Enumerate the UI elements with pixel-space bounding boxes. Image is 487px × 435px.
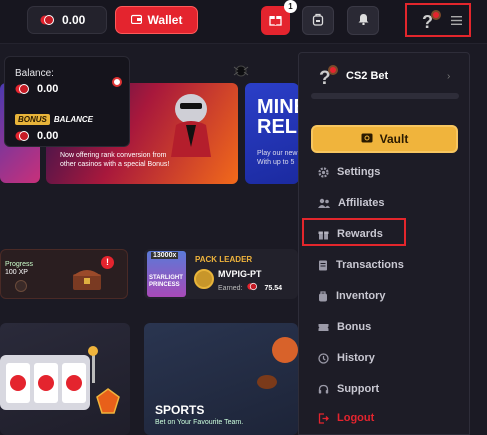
menu-item-bonus[interactable]: Bonus	[318, 317, 371, 337]
menu-item-transactions[interactable]: Transactions	[318, 255, 404, 275]
earned-value: 75.54	[264, 284, 283, 292]
level-progress-bar	[311, 93, 459, 99]
bell-icon	[358, 13, 369, 28]
gear-icon	[318, 166, 329, 178]
logout-icon	[318, 412, 329, 424]
progress-xp: 100 XP	[5, 269, 28, 276]
promo-character-image	[156, 87, 226, 157]
game-thumbnail: 13000x STARLIGHT PRINCESS	[147, 251, 186, 297]
pack-leader-header: PACK LEADER	[195, 255, 253, 264]
sports-title: SPORTS	[155, 403, 205, 417]
balance-display[interactable]: 0.00	[27, 6, 107, 34]
leader-username: MVPIG-PT	[218, 269, 262, 279]
menu-item-label: Bonus	[337, 321, 372, 333]
balance-value: 0.00	[62, 13, 86, 27]
bonus-tag: BONUS	[15, 114, 50, 125]
bonus-icon	[318, 323, 329, 331]
wallet-label: Wallet	[147, 13, 183, 27]
release-title: MINE RELEA	[257, 96, 299, 138]
menu-item-label: Inventory	[336, 290, 386, 302]
hamburger-icon	[451, 16, 462, 28]
menu-user-avatar: ?	[316, 63, 340, 89]
wallet-icon	[130, 13, 142, 27]
menu-item-label: History	[337, 352, 375, 364]
receipt-icon	[319, 260, 327, 270]
progress-card[interactable]: Progress 100 XP !	[0, 249, 128, 299]
headset-icon	[318, 384, 329, 393]
football-icon	[257, 375, 277, 389]
game-title: STARLIGHT PRINCESS	[149, 275, 183, 288]
progress-alert-badge: !	[101, 256, 114, 269]
notification-count-badge: 1	[284, 0, 297, 13]
promo-text: Now offering rank conversion from other …	[60, 152, 170, 168]
bonus-label: BALANCE	[53, 115, 93, 124]
wallet-button[interactable]: Wallet	[115, 6, 198, 34]
bonus-balance-label: BONUS BALANCE	[15, 114, 93, 125]
menu-item-label: Settings	[337, 166, 381, 178]
slot-machine-image	[0, 345, 100, 415]
progress-coin-icon	[15, 280, 27, 292]
menu-item-label: Support	[337, 383, 380, 395]
coin-icon	[15, 130, 29, 142]
treasure-chest-icon	[71, 266, 103, 292]
leader-avatar	[194, 269, 214, 289]
people-icon	[318, 198, 330, 208]
sports-card[interactable]: SPORTS Bet on Your Favourite Team.	[144, 323, 298, 435]
notifications-button[interactable]	[347, 6, 379, 35]
menu-item-label: Transactions	[336, 259, 404, 271]
menu-item-support[interactable]: Support	[318, 379, 379, 399]
balance-amount: 0.00	[37, 83, 59, 95]
user-menu-button[interactable]: ?	[405, 3, 471, 37]
basketball-icon	[272, 337, 298, 363]
vault-icon	[361, 132, 373, 146]
gift-icon	[269, 13, 282, 29]
menu-item-history[interactable]: History	[318, 348, 375, 368]
balance-row[interactable]: 0.00	[15, 83, 58, 95]
progress-label: Progress	[5, 261, 34, 268]
chevron-right-icon[interactable]: ›	[447, 71, 450, 82]
earned-label: Earned:	[218, 284, 243, 292]
coin-icon	[246, 282, 261, 294]
backpack-icon	[319, 290, 327, 301]
user-avatar: ?	[420, 9, 442, 32]
menu-item-affiliates[interactable]: Affiliates	[318, 193, 384, 213]
slots-card[interactable]	[0, 323, 130, 435]
pack-leader-card[interactable]: 13000x STARLIGHT PRINCESS PACK LEADER MV…	[144, 249, 298, 299]
vault-button[interactable]: Vault	[311, 125, 458, 153]
vault-label: Vault	[379, 132, 409, 146]
release-banner[interactable]: MINE RELEA Play our new With up to 5	[245, 83, 299, 184]
gem-icon	[96, 388, 120, 417]
balance-radio-selected[interactable]	[112, 77, 122, 87]
balance-label: Balance:	[15, 68, 54, 79]
coin-icon	[15, 83, 29, 95]
menu-item-label: Logout	[337, 412, 375, 424]
release-text: Play our new With up to 5	[257, 150, 298, 166]
menu-item-label: Affiliates	[338, 197, 385, 209]
menu-item-inventory[interactable]: Inventory	[318, 286, 386, 306]
inventory-button[interactable]	[302, 6, 334, 35]
spider-icon	[233, 62, 249, 81]
backpack-icon	[312, 13, 324, 29]
clock-icon	[318, 352, 329, 364]
coin-icon	[40, 14, 54, 26]
menu-item-settings[interactable]: Settings	[318, 162, 380, 182]
bonus-amount: 0.00	[37, 130, 59, 142]
bonus-balance-row[interactable]: 0.00	[15, 130, 58, 142]
leader-earned: Earned: 75.54	[218, 282, 282, 294]
game-multiplier: 13000x	[151, 252, 179, 259]
menu-item-logout[interactable]: Logout	[318, 408, 374, 428]
sports-subtitle: Bet on Your Favourite Team.	[155, 419, 244, 426]
balance-dropdown: Balance: 0.00 BONUS BALANCE 0.00	[4, 56, 130, 147]
rewards-highlight-box	[302, 218, 406, 246]
menu-username[interactable]: CS2 Bet	[346, 70, 388, 82]
